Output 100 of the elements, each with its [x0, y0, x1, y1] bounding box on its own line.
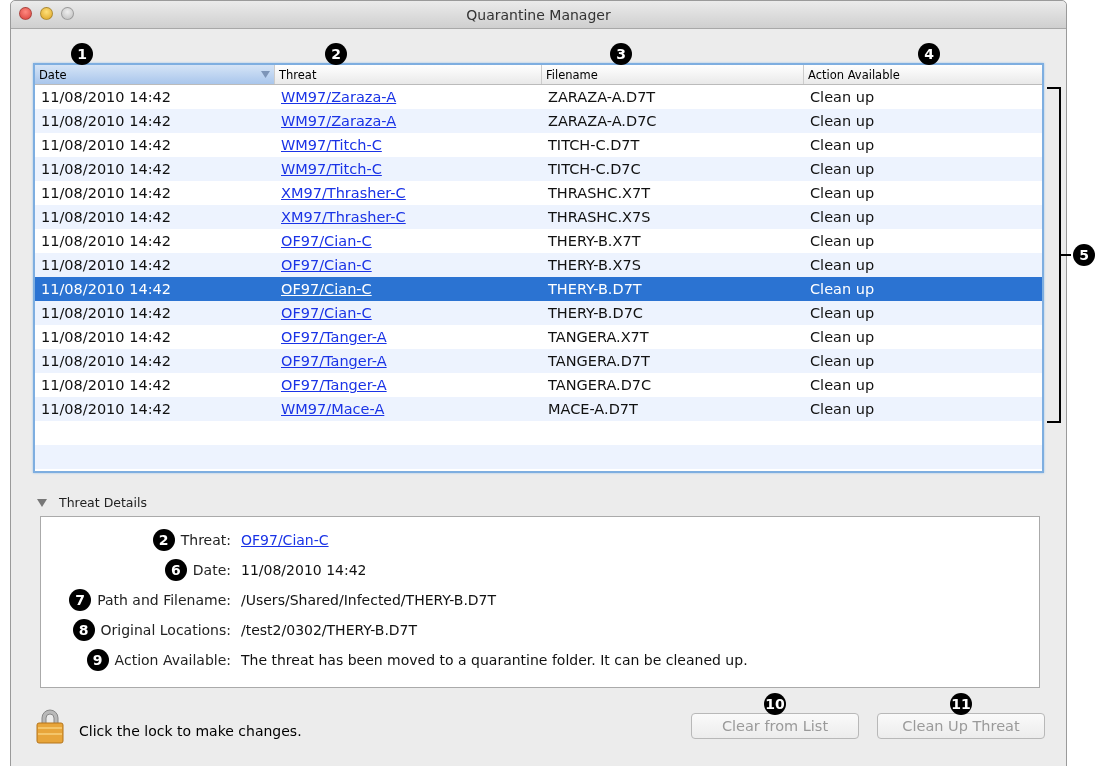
filename-cell-text: THERY-B.X7S [547, 257, 642, 273]
action-cell-text: Clean up [809, 113, 876, 129]
threat-link[interactable]: OF97/Tanger-A [281, 377, 387, 393]
close-icon[interactable] [19, 7, 32, 20]
action-cell-text: Clean up [809, 89, 876, 105]
date-cell-text: 11/08/2010 14:42 [40, 137, 172, 153]
table-row[interactable]: 11/08/2010 14:42 XM97/Thrasher-C THRASHC.X7S Clean up [35, 205, 1042, 229]
date-cell-text: 11/08/2010 14:42 [40, 185, 172, 201]
date-cell-text: 11/08/2010 14:42 [40, 353, 172, 369]
filename-cell-text: ZARAZA-A.D7C [547, 113, 658, 129]
callout-number: 1 [71, 43, 93, 65]
threat-link[interactable]: XM97/Thrasher-C [281, 209, 406, 225]
threat-link[interactable]: WM97/Titch-C [281, 137, 382, 153]
field-label: Path and Filename: [97, 592, 231, 608]
action-cell-text: Clean up [809, 401, 876, 417]
action-cell-text: Clean up [809, 305, 876, 321]
threat-link[interactable]: XM97/Thrasher-C [281, 185, 406, 201]
table-row[interactable]: 11/08/2010 14:42 WM97/Titch-C TITCH-C.D7C Clean up [35, 157, 1042, 181]
threat-link[interactable]: OF97/Cian-C [281, 233, 372, 249]
lock-hint: Click the lock to make changes. [79, 723, 302, 739]
callout-number: 10 [764, 693, 786, 715]
filename-cell-text: TANGERA.X7T [547, 329, 650, 345]
table-row[interactable]: 11/08/2010 14:42 OF97/Tanger-A TANGERA.D7T Clean up [35, 349, 1042, 373]
date-cell-text: 11/08/2010 14:42 [40, 89, 172, 105]
table-row[interactable]: 11/08/2010 14:42 XM97/Thrasher-C THRASHC.X7T Clean up [35, 181, 1042, 205]
date-cell-text: 11/08/2010 14:42 [40, 305, 172, 321]
field-value: /test2/0302/THERY-B.D7T [241, 622, 418, 638]
action-cell-text: Clean up [809, 209, 876, 225]
table-row[interactable]: 11/08/2010 14:42 OF97/Tanger-A TANGERA.X7T Clean up [35, 325, 1042, 349]
callout-number: 6 [164, 559, 187, 581]
callout-number: 2 [325, 43, 347, 65]
threat-link[interactable]: OF97/Tanger-A [281, 353, 387, 369]
filename-cell-text: TANGERA.D7C [547, 377, 653, 393]
filename-cell-text: THERY-B.D7C [547, 305, 644, 321]
date-cell-text: 11/08/2010 14:42 [40, 281, 172, 297]
lock-icon[interactable] [35, 708, 65, 744]
table-row[interactable]: 11/08/2010 14:42 WM97/Mace-A MACE-A.D7T Clean up [35, 397, 1042, 421]
date-cell-text: 11/08/2010 14:42 [40, 377, 172, 393]
action-cell-text: Clean up [809, 257, 876, 273]
threat-link[interactable]: WM97/Zaraza-A [281, 113, 397, 129]
table-row[interactable]: 11/08/2010 14:42 WM97/Titch-C TITCH-C.D7T Clean up [35, 133, 1042, 157]
column-header[interactable]: Action Available [804, 65, 1042, 84]
date-cell-text: 11/08/2010 14:42 [40, 257, 172, 273]
callout-number: 9 [86, 649, 109, 671]
action-cell-text: Clean up [809, 353, 876, 369]
date-cell-text: 11/08/2010 14:42 [40, 161, 172, 177]
threat-link[interactable]: WM97/Mace-A [281, 401, 385, 417]
table-row[interactable]: 11/08/2010 14:42 OF97/Cian-C THERY-B.D7C Clean up [35, 301, 1042, 325]
field-value: The threat has been moved to a quarantine folder. It can be cleaned up. [241, 652, 748, 668]
column-header[interactable]: Date [35, 65, 275, 84]
callout-number: 7 [69, 589, 92, 611]
field-label: Action Available: [114, 652, 231, 668]
callout-number: 2 [152, 529, 175, 551]
table-row[interactable]: 11/08/2010 14:42 OF97/Tanger-A TANGERA.D7C Clean up [35, 373, 1042, 397]
callout-number: 11 [950, 693, 972, 715]
table-row[interactable]: 11/08/2010 14:42 OF97/Cian-C THERY-B.X7T Clean up [35, 229, 1042, 253]
field-label: Original Locations: [100, 622, 231, 638]
date-cell-text: 11/08/2010 14:42 [40, 113, 172, 129]
threat-link[interactable]: WM97/Zaraza-A [281, 89, 397, 105]
threat-link[interactable]: OF97/Tanger-A [281, 329, 387, 345]
filename-cell-text: TANGERA.D7T [547, 353, 651, 369]
callout-number: 5 [1073, 244, 1095, 266]
action-cell-text: Clean up [809, 377, 876, 393]
section-title: Threat Details [59, 495, 147, 510]
date-cell-text: 11/08/2010 14:42 [40, 329, 172, 345]
table-row[interactable]: 11/08/2010 14:42 WM97/Zaraza-A ZARAZA-A.D7C Clean up [35, 109, 1042, 133]
filename-cell-text: MACE-A.D7T [547, 401, 639, 417]
threat-link[interactable]: OF97/Cian-C [281, 305, 372, 321]
filename-cell-text: TITCH-C.D7T [547, 137, 641, 153]
column-header[interactable]: Threat [275, 65, 542, 84]
action-cell-text: Clean up [809, 185, 876, 201]
field-value: 11/08/2010 14:42 [241, 562, 367, 578]
threat-link[interactable]: WM97/Titch-C [281, 161, 382, 177]
zoom-icon[interactable] [61, 7, 74, 20]
table-row[interactable]: 11/08/2010 14:42 OF97/Cian-C THERY-B.X7S Clean up [35, 253, 1042, 277]
column-header[interactable]: Filename [542, 65, 804, 84]
date-cell-text: 11/08/2010 14:42 [40, 401, 172, 417]
filename-cell-text: THRASHC.X7T [547, 185, 652, 201]
filename-cell-text: THERY-B.X7T [547, 233, 642, 249]
table-row[interactable]: 11/08/2010 14:42 OF97/Cian-C THERY-B.D7T Clean up [35, 277, 1042, 301]
minimize-icon[interactable] [40, 7, 53, 20]
threat-link[interactable]: OF97/Cian-C [281, 281, 372, 297]
date-cell-text: 11/08/2010 14:42 [40, 209, 172, 225]
action-cell-text: Clean up [809, 329, 876, 345]
field-label: Threat: [180, 532, 231, 548]
threat-link[interactable]: OF97/Cian-C [241, 532, 329, 548]
action-cell-text: Clean up [809, 161, 876, 177]
field-label: Date: [192, 562, 231, 578]
sort-arrow-icon[interactable] [261, 71, 270, 78]
field-value: /Users/Shared/Infected/THERY-B.D7T [241, 592, 497, 608]
filename-cell-text: THRASHC.X7S [547, 209, 652, 225]
filename-cell-text: THERY-B.D7T [547, 281, 643, 297]
disclosure-triangle-icon[interactable] [37, 498, 47, 507]
action-cell-text: Clean up [809, 233, 876, 249]
table-row[interactable]: 11/08/2010 14:42 WM97/Zaraza-A ZARAZA-A.D7T Clean up [35, 85, 1042, 109]
callout-number: 8 [72, 619, 95, 641]
threat-link[interactable]: OF97/Cian-C [281, 257, 372, 273]
filename-cell-text: TITCH-C.D7C [547, 161, 642, 177]
date-cell-text: 11/08/2010 14:42 [40, 233, 172, 249]
action-cell-text: Clean up [809, 281, 876, 297]
